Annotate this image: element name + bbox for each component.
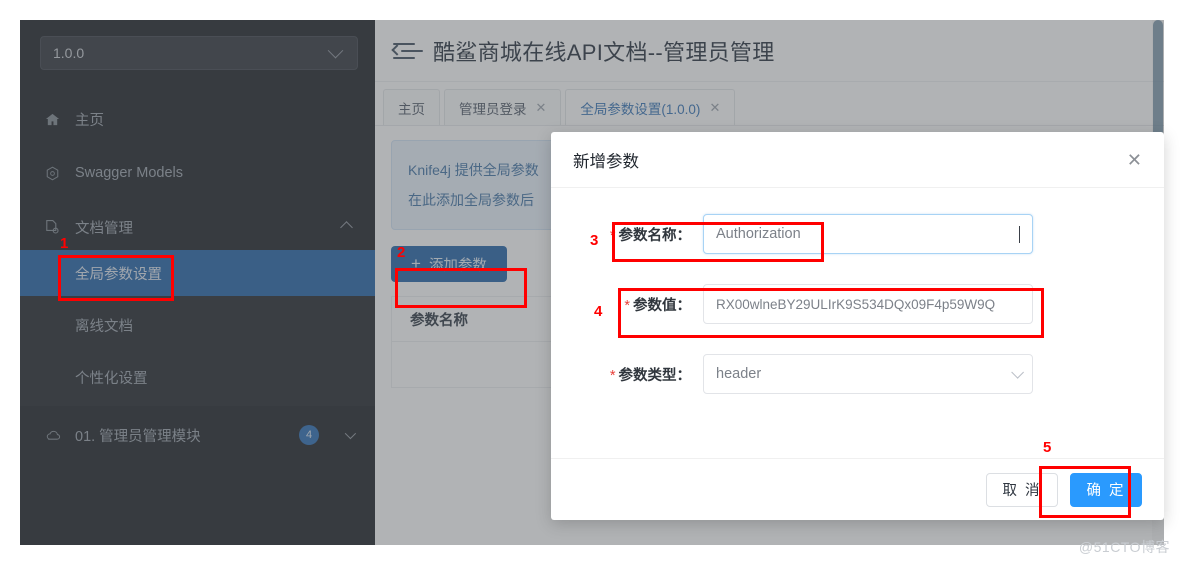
param-name-label: * 参数名称：	[551, 224, 703, 245]
app-root: 1.0.0 主页 Swagger Models 文档管理 全局参数设置 离线文档…	[0, 0, 1184, 563]
param-type-row: * 参数类型： header	[551, 354, 1164, 394]
add-parameter-dialog: 新增参数 ✕ * 参数名称： Authorization * 参数值： RX00wl…	[551, 132, 1164, 520]
param-name-field[interactable]: Authorization	[703, 214, 1033, 254]
required-star-icon: *	[624, 297, 630, 314]
cancel-button[interactable]: 取 消	[986, 472, 1058, 507]
close-icon[interactable]: ✕	[1127, 151, 1142, 169]
annotation-number-1: 1	[60, 235, 69, 252]
param-value-value: RX00wlneBY29ULIrK9S534DQx09F4p59W9Q	[716, 296, 996, 312]
dialog-header: 新增参数 ✕	[551, 132, 1164, 188]
param-value-field[interactable]: RX00wlneBY29ULIrK9S534DQx09F4p59W9Q	[703, 284, 1033, 324]
param-type-label: * 参数类型：	[551, 364, 703, 385]
param-name-label-text: 参数名称：	[618, 227, 692, 244]
param-name-value: Authorization	[716, 226, 801, 242]
annotation-number-3: 3	[590, 232, 599, 249]
annotation-number-5: 5	[1043, 439, 1052, 456]
chevron-down-icon	[1011, 365, 1024, 379]
annotation-number-2: 2	[397, 244, 406, 261]
watermark: @51CTO博客	[1078, 539, 1170, 555]
param-type-select[interactable]: header	[703, 354, 1033, 394]
param-name-row: * 参数名称： Authorization	[551, 214, 1164, 254]
param-value-row: * 参数值： RX00wlneBY29ULIrK9S534DQx09F4p59W9…	[551, 284, 1164, 324]
dialog-body: * 参数名称： Authorization * 参数值： RX00wlneBY29U…	[551, 188, 1164, 458]
dialog-title: 新增参数	[573, 152, 639, 171]
param-value-label: * 参数值：	[551, 294, 703, 315]
text-caret	[1019, 225, 1020, 243]
param-type-label-text: 参数类型：	[618, 367, 692, 384]
annotation-number-4: 4	[594, 303, 603, 320]
confirm-button[interactable]: 确 定	[1070, 472, 1142, 507]
required-star-icon: *	[609, 367, 616, 384]
confirm-button-label: 确 定	[1086, 483, 1126, 499]
cancel-button-label: 取 消	[1002, 483, 1042, 499]
required-star-icon: *	[609, 227, 616, 244]
param-value-label-text: 参数值：	[633, 297, 691, 314]
dialog-footer: 取 消 确 定	[551, 458, 1164, 520]
param-type-value: header	[716, 366, 762, 382]
